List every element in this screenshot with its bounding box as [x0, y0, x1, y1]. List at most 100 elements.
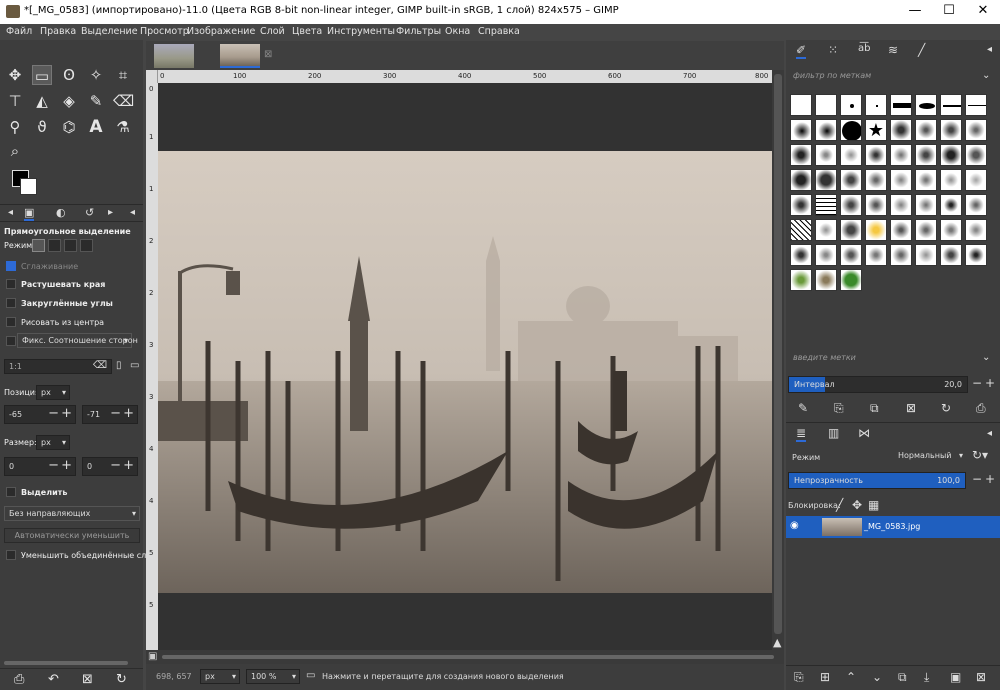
- decrement-icon[interactable]: −: [110, 458, 121, 473]
- horizontal-scrollbar[interactable]: ▣: [146, 650, 784, 664]
- brush-item[interactable]: [790, 194, 812, 216]
- tab-gradients-icon[interactable]: ≋: [888, 43, 898, 57]
- menu-help[interactable]: Справка: [478, 26, 520, 37]
- decrement-icon[interactable]: −: [972, 376, 982, 390]
- spacing-slider[interactable]: Интервал 20,0: [788, 376, 968, 393]
- size-unit-select[interactable]: px ▾: [36, 435, 70, 450]
- brush-item[interactable]: [940, 244, 962, 266]
- brush-item[interactable]: [940, 144, 962, 166]
- decrement-icon[interactable]: −: [48, 406, 59, 421]
- brush-item[interactable]: [915, 94, 937, 116]
- brush-item[interactable]: [790, 269, 812, 291]
- brush-item[interactable]: [890, 119, 912, 141]
- paths-tool-icon[interactable]: ⌬: [59, 117, 79, 137]
- brush-item[interactable]: [965, 219, 987, 241]
- portrait-icon[interactable]: ▯: [116, 360, 122, 371]
- from-center-checkbox[interactable]: [6, 317, 16, 327]
- navigate-icon[interactable]: ▲: [773, 636, 781, 649]
- brush-item[interactable]: [965, 194, 987, 216]
- close-button[interactable]: ✕: [966, 0, 1000, 24]
- decrement-icon[interactable]: −: [48, 458, 59, 473]
- size-height-input[interactable]: 0 − +: [82, 457, 138, 476]
- tab-tool-options[interactable]: ▣: [24, 206, 35, 221]
- shrink-merged-checkbox[interactable]: [6, 550, 16, 560]
- tab-paint-dynamics-icon[interactable]: ╱: [918, 43, 925, 57]
- tab-channels-icon[interactable]: ▥: [828, 426, 839, 440]
- increment-icon[interactable]: +: [123, 406, 134, 421]
- new-group-icon[interactable]: ⊞: [820, 670, 830, 684]
- brush-item[interactable]: [965, 244, 987, 266]
- brush-item[interactable]: [815, 269, 837, 291]
- brush-item[interactable]: [940, 194, 962, 216]
- text-tool-icon[interactable]: A: [86, 117, 106, 137]
- reset-mode-icon[interactable]: ↻▾: [972, 448, 988, 462]
- brush-tags-input[interactable]: введите метки: [788, 350, 986, 367]
- warp-tool-icon[interactable]: ◭: [32, 91, 52, 111]
- brush-item[interactable]: [790, 219, 812, 241]
- ruler-corner[interactable]: ▸: [146, 70, 158, 83]
- brush-item[interactable]: [815, 194, 837, 216]
- delete-preset-icon[interactable]: ⊠: [82, 672, 93, 687]
- tab-patterns-icon[interactable]: ⁙: [828, 43, 838, 57]
- pepper-brush[interactable]: [840, 269, 862, 291]
- delete-brush-icon[interactable]: ⊠: [906, 401, 916, 415]
- ratio-input[interactable]: 1:1 ⌫: [4, 359, 112, 374]
- mode-intersect-button[interactable]: [80, 239, 93, 252]
- brush-item[interactable]: [840, 244, 862, 266]
- refresh-brushes-icon[interactable]: ↻: [941, 401, 951, 415]
- right-arrow-icon[interactable]: ▸: [108, 207, 113, 218]
- image-tab-1[interactable]: [154, 44, 194, 68]
- tab-layers-icon[interactable]: ≣: [796, 426, 807, 442]
- brush-item[interactable]: [815, 94, 837, 116]
- smudge-tool-icon[interactable]: ϑ: [32, 117, 52, 137]
- brush-item[interactable]: [965, 144, 987, 166]
- raise-layer-icon[interactable]: ⌃: [846, 670, 856, 684]
- brush-item[interactable]: [890, 94, 912, 116]
- menu-image[interactable]: Изображение: [187, 26, 255, 37]
- position-y-input[interactable]: -71− +: [82, 405, 138, 424]
- size-width-input[interactable]: 0 − +: [4, 457, 76, 476]
- fixed-ratio-checkbox[interactable]: [6, 336, 16, 346]
- zoom-select[interactable]: 100 % ▾: [246, 669, 300, 684]
- position-x-input[interactable]: -65 − +: [4, 405, 76, 424]
- options-scrollbar[interactable]: [4, 661, 128, 665]
- brush-item[interactable]: [865, 244, 887, 266]
- fuzzy-select-tool-icon[interactable]: ✧: [86, 65, 106, 85]
- brush-item[interactable]: [915, 244, 937, 266]
- lock-alpha-icon[interactable]: ▦: [868, 498, 879, 512]
- brush-item[interactable]: [940, 94, 962, 116]
- tab-fonts-icon[interactable]: a͞b: [858, 43, 870, 54]
- brush-item[interactable]: [840, 144, 862, 166]
- menu-view[interactable]: Просмотр: [140, 26, 189, 37]
- brush-item[interactable]: [890, 169, 912, 191]
- brush-item[interactable]: [840, 194, 862, 216]
- save-preset-icon[interactable]: ⎙: [14, 672, 24, 687]
- horizontal-ruler[interactable]: 0 100 200 300 400 500 600 700 800: [158, 70, 772, 83]
- brush-item[interactable]: [940, 219, 962, 241]
- reset-icon[interactable]: ↻: [116, 672, 127, 687]
- minimize-button[interactable]: —: [898, 0, 932, 24]
- tab-paths-icon[interactable]: ⋈: [858, 426, 870, 440]
- brush-item[interactable]: [790, 119, 812, 141]
- layer-mode-select[interactable]: Нормальный ▾: [894, 449, 966, 464]
- menu-filters[interactable]: Фильтры: [396, 26, 441, 37]
- brush-item[interactable]: [790, 244, 812, 266]
- increment-icon[interactable]: +: [61, 406, 72, 421]
- brush-item[interactable]: [890, 194, 912, 216]
- image-canvas[interactable]: [158, 83, 772, 650]
- brush-item[interactable]: [890, 144, 912, 166]
- brush-item[interactable]: [865, 144, 887, 166]
- lock-position-icon[interactable]: ✥: [852, 498, 862, 512]
- menu-layer[interactable]: Слой: [260, 26, 285, 37]
- restore-preset-icon[interactable]: ↶: [48, 672, 59, 687]
- increment-icon[interactable]: +: [985, 376, 995, 390]
- highlight-checkbox[interactable]: [6, 487, 16, 497]
- brush-item[interactable]: [840, 219, 862, 241]
- mode-add-button[interactable]: [48, 239, 61, 252]
- brush-item[interactable]: [840, 94, 862, 116]
- transform-tool-icon[interactable]: ⊤: [5, 91, 25, 111]
- feather-checkbox[interactable]: [6, 279, 16, 289]
- increment-icon[interactable]: +: [61, 458, 72, 473]
- brush-item[interactable]: [915, 144, 937, 166]
- tab-brushes-icon[interactable]: ✐: [796, 43, 807, 59]
